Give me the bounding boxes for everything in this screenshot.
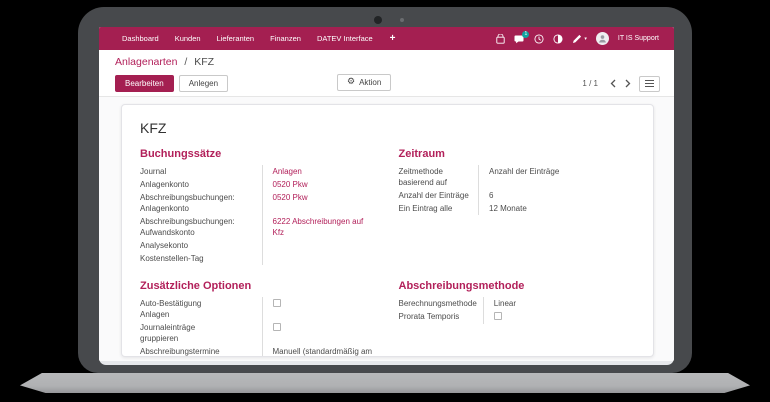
action-button[interactable]: ⚙ Aktion (337, 74, 391, 91)
field-value: Anzahl der Einträge (479, 165, 636, 189)
menu-item-kunden[interactable]: Kunden (168, 34, 208, 43)
field-row: Abschreibungstermine Manuell (standardmä… (140, 345, 377, 357)
auto-confirm-checkbox[interactable] (273, 299, 281, 307)
message-count-badge: 1 (522, 31, 529, 38)
chevron-down-icon: ▾ (584, 36, 587, 42)
breadcrumb-separator: / (184, 56, 187, 68)
activities-clock-icon[interactable] (534, 34, 544, 44)
field-row: Zeitmethode basierend auf Anzahl der Ein… (399, 165, 636, 189)
field-label: Anlagenkonto (140, 178, 262, 191)
list-view-icon[interactable] (639, 76, 660, 92)
field-label: Prorata Temporis (399, 310, 484, 324)
group-journal-entries-checkbox[interactable] (273, 323, 281, 331)
pager: 1 / 1 (582, 76, 660, 92)
breadcrumb-parent-link[interactable]: Anlagenarten (115, 56, 177, 68)
field-row: Berechnungsmethode Linear (399, 297, 636, 310)
menu-item-finanzen[interactable]: Finanzen (263, 34, 308, 43)
bag-icon[interactable] (496, 34, 505, 44)
field-label: Journaleinträge gruppieren (140, 321, 262, 345)
section-heading: Buchungssätze (140, 148, 377, 160)
menu-item-lieferanten[interactable]: Lieferanten (210, 34, 262, 43)
field-value: Manuell (standardmäßig am Kaufdatum) (262, 345, 377, 357)
section-heading: Zusätzliche Optionen (140, 280, 377, 292)
field-value-empty[interactable] (262, 252, 377, 265)
control-bar: Bearbeiten Anlegen ⚙ Aktion 1 / 1 (99, 71, 674, 97)
main-menu: Dashboard Kunden Lieferanten Finanzen DA… (115, 33, 404, 44)
field-row: Abschreibungsbuchungen: Anlagenkonto 052… (140, 191, 377, 215)
topbar-right-cluster: 1 ▾ (496, 32, 659, 45)
field-row: Abschreibungsbuchungen: Aufwandskonto 62… (140, 215, 377, 239)
field-row: Auto-Bestätigung Anlagen (140, 297, 377, 321)
edit-button[interactable]: Bearbeiten (115, 75, 174, 92)
top-navbar: Dashboard Kunden Lieferanten Finanzen DA… (99, 27, 674, 50)
webcam-led-icon (400, 18, 404, 22)
record-title: KFZ (140, 120, 635, 136)
laptop-base (20, 373, 750, 393)
field-label: Journal (140, 165, 262, 178)
field-value: 12 Monate (479, 202, 636, 215)
content-area: KFZ Buchungssätze Journal Anlagen (99, 97, 674, 361)
menu-item-datev-interface[interactable]: DATEV Interface (310, 34, 380, 43)
app-window: Dashboard Kunden Lieferanten Finanzen DA… (99, 27, 674, 361)
prorata-temporis-checkbox[interactable] (494, 312, 502, 320)
section-abschreibungsmethode: Abschreibungsmethode Berechnungsmethode … (399, 280, 636, 357)
field-row: Kostenstellen-Tag (140, 252, 377, 265)
laptop-mockup: Dashboard Kunden Lieferanten Finanzen DA… (0, 0, 770, 402)
section-heading: Abschreibungsmethode (399, 280, 636, 292)
field-value: Linear (483, 297, 635, 310)
field-row: Prorata Temporis (399, 310, 636, 324)
field-row: Anzahl der Einträge 6 (399, 189, 636, 202)
field-label: Zeitmethode basierend auf (399, 165, 479, 189)
laptop-screen: Dashboard Kunden Lieferanten Finanzen DA… (99, 27, 674, 365)
field-label: Abschreibungstermine (140, 345, 262, 357)
webcam-icon (374, 16, 382, 24)
field-label: Anzahl der Einträge (399, 189, 479, 202)
field-label: Ein Eintrag alle (399, 202, 479, 215)
menu-item-dashboard[interactable]: Dashboard (115, 34, 166, 43)
section-zusaetzliche-optionen: Zusätzliche Optionen Auto-Bestätigung An… (140, 280, 377, 357)
action-button-label: Aktion (359, 78, 381, 87)
field-value-link[interactable]: 0520 Pkw (273, 193, 308, 202)
breadcrumb: Anlagenarten / KFZ (99, 50, 674, 71)
messages-icon[interactable]: 1 (514, 34, 525, 44)
field-label: Berechnungsmethode (399, 297, 484, 310)
section-heading: Zeitraum (399, 148, 636, 160)
pager-next-button[interactable] (624, 78, 632, 89)
field-row: Ein Eintrag alle 12 Monate (399, 202, 636, 215)
contrast-icon[interactable] (553, 34, 563, 44)
field-value-empty[interactable] (262, 239, 377, 252)
pager-count: 1 / 1 (582, 79, 598, 88)
field-label: Analysekonto (140, 239, 262, 252)
field-row: Journaleinträge gruppieren (140, 321, 377, 345)
create-button[interactable]: Anlegen (179, 75, 228, 92)
pager-previous-button[interactable] (609, 78, 617, 89)
form-sheet: KFZ Buchungssätze Journal Anlagen (121, 104, 654, 357)
field-value: 6 (479, 189, 636, 202)
field-value-link[interactable]: 0520 Pkw (273, 180, 308, 189)
field-label: Abschreibungsbuchungen: Anlagenkonto (140, 191, 262, 215)
field-label: Auto-Bestätigung Anlagen (140, 297, 262, 321)
field-value-link[interactable]: 6222 Abschreibungen auf Kfz (273, 217, 364, 237)
field-value-link[interactable]: Anlagen (273, 167, 302, 176)
breadcrumb-current: KFZ (194, 56, 214, 68)
gear-icon: ⚙ (347, 78, 355, 87)
section-zeitraum: Zeitraum Zeitmethode basierend auf Anzah… (399, 148, 636, 265)
field-label: Abschreibungsbuchungen: Aufwandskonto (140, 215, 262, 239)
section-buchungssaetze: Buchungssätze Journal Anlagen Anlagenkon… (140, 148, 377, 265)
user-name[interactable]: IT IS Support (618, 35, 659, 42)
debug-pencil-icon[interactable]: ▾ (572, 34, 587, 44)
field-label: Kostenstellen-Tag (140, 252, 262, 265)
field-row: Journal Anlagen (140, 165, 377, 178)
add-menu-button[interactable]: + (382, 33, 404, 44)
field-row: Anlagenkonto 0520 Pkw (140, 178, 377, 191)
user-avatar[interactable] (596, 32, 609, 45)
laptop-frame: Dashboard Kunden Lieferanten Finanzen DA… (78, 7, 692, 373)
field-row: Analysekonto (140, 239, 377, 252)
